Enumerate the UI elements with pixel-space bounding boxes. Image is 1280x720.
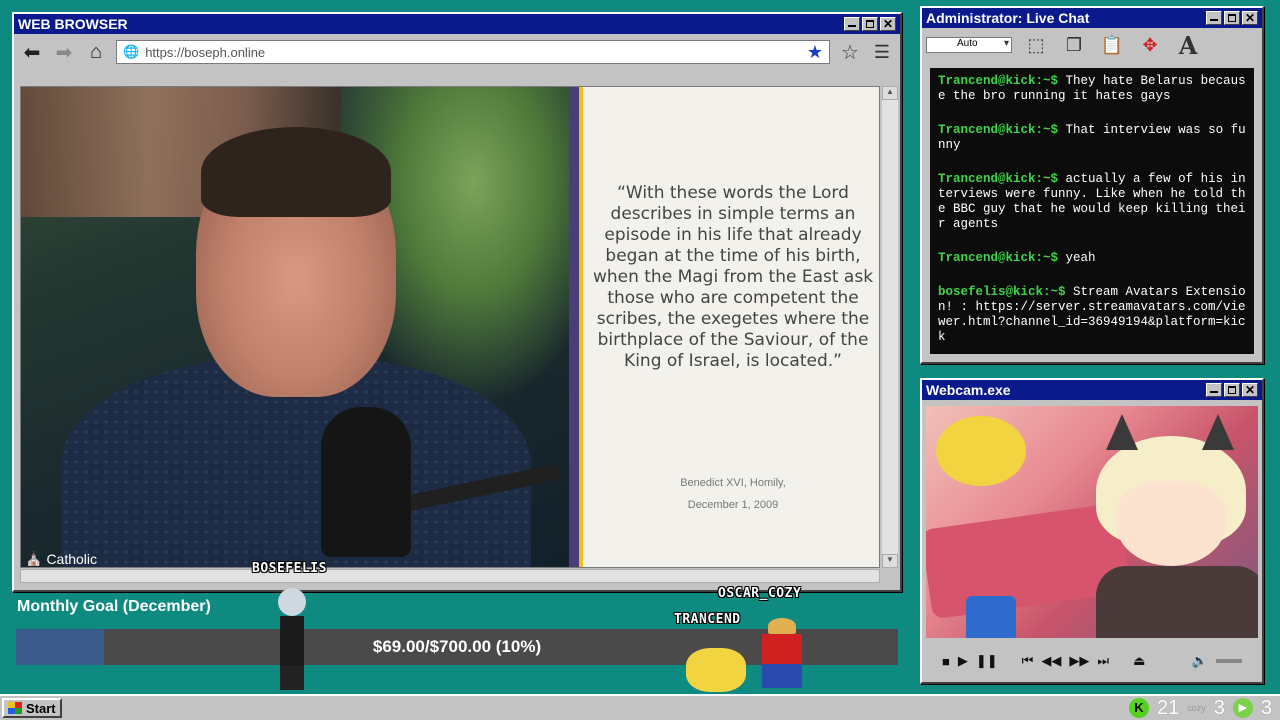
windows-logo-icon [8,702,22,714]
system-tray: K 21 cozy 3 ▶ 3 [1128,696,1272,720]
chat-username: Trancend@kick:~$ [938,74,1059,88]
copy-icon[interactable]: ❐ [1060,31,1088,59]
webcam-view [926,406,1258,638]
start-button[interactable]: Start [2,698,62,718]
chat-title: Administrator: Live Chat [926,10,1090,26]
citation-line-1: Benedict XVI, Homily, [680,477,786,489]
chat-text: yeah [1065,251,1096,265]
play-icon[interactable]: ▶ [958,653,968,669]
minimize-button[interactable] [844,17,860,31]
close-button[interactable]: ✕ [1242,11,1258,25]
chat-message: Trancend@kick:~$ actually a few of his i… [938,172,1246,232]
favorites-star-icon[interactable]: ☆ [838,40,862,64]
maximize-button[interactable] [1224,383,1240,397]
chat-message: Trancend@kick:~$ yeah [938,251,1246,266]
paste-icon[interactable]: 📋 [1098,31,1126,59]
scroll-down-icon[interactable]: ▼ [882,554,898,568]
avatar-sprite-bosefelis [272,588,312,692]
play-platform-icon: ▶ [1232,698,1253,718]
vertical-scrollbar[interactable]: ▲ ▼ [882,86,898,568]
chat-username: Trancend@kick:~$ [938,172,1059,186]
cozy-icon: cozy [1187,703,1206,713]
chat-message: Trancend@kick:~$ That interview was so f… [938,123,1246,153]
select-region-icon[interactable]: ⬚ [1022,31,1050,59]
start-label: Start [26,700,56,716]
avatar-sprite-trancend [748,618,816,690]
close-button[interactable]: ✕ [1242,383,1258,397]
menu-icon[interactable]: ☰ [870,40,894,64]
chat-username: bosefelis@kick:~$ [938,285,1066,299]
citation-line-2: December 1, 2009 [687,499,779,511]
quote-text: “With these words the Lord describes in … [592,183,874,371]
minimize-button[interactable] [1206,383,1222,397]
vtuber-face [1116,481,1226,566]
channel-logo: ⛪ Catholic [25,550,97,567]
minimize-button[interactable] [1206,11,1222,25]
globe-icon: 🌐 [123,44,140,59]
webcam-window: Webcam.exe ✕ ■ ▶ ❚❚ ⏮ ◀◀ ▶▶ ⏭ ⏏ 🔈 [920,378,1264,684]
scroll-up-icon[interactable]: ▲ [882,86,898,100]
chat-log[interactable]: Trancend@kick:~$ They hate Belarus becau… [930,68,1254,354]
kick-viewer-count: 21 [1156,696,1180,719]
vtuber-body [1096,566,1258,638]
other-viewer-count: 3 [1260,696,1272,719]
bookmark-star-icon[interactable]: ★ [807,42,823,63]
browser-title: WEB BROWSER [18,16,128,32]
avatar-name-oscar-cozy: OSCAR_COZY [718,586,802,601]
chat-message: Trancend@kick:~$ They hate Belarus becau… [938,74,1246,104]
avatar-name-trancend: TRANCEND [674,612,741,627]
home-icon[interactable]: ⌂ [84,40,108,64]
goal-title: Monthly Goal (December) [17,598,211,615]
fast-forward-icon[interactable]: ▶▶ [1069,653,1089,669]
cat-ear-left [1106,414,1138,450]
chat-username: Trancend@kick:~$ [938,251,1059,265]
mug [966,596,1016,638]
chat-window: Administrator: Live Chat ✕ Auto ⬚ ❐ 📋 ✥ … [920,6,1264,364]
pause-icon[interactable]: ❚❚ [976,653,998,669]
browser-titlebar[interactable]: WEB BROWSER ✕ [14,14,900,34]
browser-navbar: ⬅ ➡ ⌂ 🌐 https://boseph.online ★ ☆ ☰ [14,34,900,70]
cozy-viewer-count: 3 [1213,696,1225,719]
maximize-button[interactable] [862,17,878,31]
address-bar[interactable]: 🌐 https://boseph.online ★ [116,40,830,64]
font-icon[interactable]: A [1174,31,1202,60]
chat-username: Trancend@kick:~$ [938,123,1059,137]
volume-icon[interactable]: 🔈 [1192,653,1208,669]
stream-video: ⛪ Catholic [21,87,569,567]
chat-titlebar[interactable]: Administrator: Live Chat ✕ [922,8,1262,28]
font-size-select[interactable]: Auto [926,37,1012,53]
kick-icon: K [1128,698,1149,718]
chat-message: bosefelis@kick:~$ Stream Avatars Extensi… [938,285,1246,345]
plush-toy [936,416,1026,486]
cat-ear-right [1202,414,1234,450]
quote-slide: “With these words the Lord describes in … [569,87,879,567]
microphone [321,407,411,557]
avatar-name-bosefelis: BOSEFELIS [252,561,327,576]
volume-slider[interactable] [1216,659,1242,663]
taskbar: Start K 21 cozy 3 ▶ 3 [0,694,1280,720]
skip-back-icon[interactable]: ⏮ [1022,653,1034,669]
browser-window: WEB BROWSER ✕ ⬅ ➡ ⌂ 🌐 https://boseph.onl… [12,12,902,592]
media-controls: ■ ▶ ❚❚ ⏮ ◀◀ ▶▶ ⏭ ⏏ 🔈 [926,644,1258,678]
move-icon[interactable]: ✥ [1136,31,1164,59]
skip-forward-icon[interactable]: ⏭ [1097,653,1109,669]
maximize-button[interactable] [1224,11,1240,25]
quote-citation: Benedict XVI, Homily, December 1, 2009 [591,472,875,516]
host-hair [201,127,391,217]
avatar-sprite-oscar-cozy [686,648,746,692]
chat-toolbar: Auto ⬚ ❐ 📋 ✥ A [922,28,1262,62]
browser-viewport: ⛪ Catholic “With these words the Lord de… [20,86,880,568]
eject-icon[interactable]: ⏏ [1133,653,1145,669]
channel-logo-text: Catholic [46,550,98,567]
webcam-titlebar[interactable]: Webcam.exe ✕ [922,380,1262,400]
forward-arrow-icon[interactable]: ➡ [52,40,76,64]
webcam-title: Webcam.exe [926,382,1011,398]
url-text: https://boseph.online [145,44,266,60]
horizontal-scrollbar[interactable] [20,569,880,583]
back-arrow-icon[interactable]: ⬅ [20,40,44,64]
close-button[interactable]: ✕ [880,17,896,31]
rewind-icon[interactable]: ◀◀ [1041,653,1061,669]
catholic-logo-icon: ⛪ [25,550,43,566]
stop-icon[interactable]: ■ [942,654,950,669]
